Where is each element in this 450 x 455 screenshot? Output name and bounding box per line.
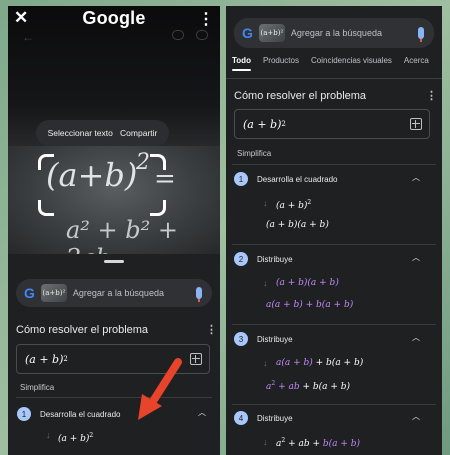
image-thumbnail[interactable]: (a+b)² — [40, 284, 67, 302]
results-sheet: G (a+b)² Agregar a la búsqueda Cómo reso… — [8, 254, 220, 455]
google-g-icon: G — [24, 285, 35, 301]
expression-box[interactable]: (a + b) 2 — [234, 109, 430, 139]
expression-base: (a + b) — [25, 352, 64, 366]
mic-icon[interactable] — [196, 287, 202, 302]
calculator-icon[interactable] — [410, 118, 422, 130]
selection-frame[interactable] — [38, 154, 166, 216]
tabs-divider — [226, 78, 442, 79]
step-math: (a + b)2 — [58, 432, 94, 444]
image-thumbnail[interactable]: (a+b)² — [258, 24, 285, 42]
more-options-icon[interactable]: ⋮ — [426, 89, 437, 102]
divider — [232, 164, 436, 165]
chevron-up-icon[interactable]: ︿ — [412, 411, 420, 422]
step-number-badge: 1 — [17, 407, 31, 421]
back-arrow-icon[interactable]: ← — [22, 30, 34, 44]
more-options-icon[interactable]: ⋮ — [206, 323, 217, 336]
step-title: Distribuye — [257, 255, 293, 264]
google-logo: Google — [82, 8, 146, 28]
more-options-icon[interactable]: ⋮ — [198, 9, 214, 29]
down-arrow-icon: ↓ — [263, 278, 268, 288]
down-arrow-icon: ↓ — [263, 358, 268, 368]
chevron-up-icon[interactable]: ︿ — [412, 172, 420, 183]
search-input[interactable]: Agregar a la búsqueda — [291, 28, 418, 38]
expression-exponent: 2 — [281, 120, 286, 128]
frame-corner[interactable] — [38, 154, 54, 170]
tab-productos[interactable]: Productos — [257, 56, 305, 76]
step-math-line: a2 + ab + b(a + b) — [276, 437, 361, 449]
tab-todo[interactable]: Todo — [226, 56, 257, 76]
step-math-result: a2 + ab + b(a + b) — [266, 380, 351, 392]
chevron-up-icon[interactable]: ︿ — [412, 332, 420, 343]
step-number-badge: 2 — [234, 252, 248, 266]
divider — [232, 404, 436, 405]
tab-coincidencias-visuales[interactable]: Coincidencias visuales — [305, 56, 398, 76]
step-number-badge: 3 — [234, 332, 248, 346]
tab-acerca[interactable]: Acerca — [398, 56, 435, 76]
frame-corner[interactable] — [150, 154, 166, 170]
red-pointer-arrow — [138, 358, 182, 420]
divider — [232, 324, 436, 325]
share-button[interactable]: Compartir — [120, 128, 157, 138]
expression-exponent: 2 — [63, 355, 68, 363]
step-title: Distribuye — [257, 414, 293, 423]
search-bar[interactable]: G (a+b)² Agregar a la búsqueda — [16, 279, 212, 307]
divider — [232, 244, 436, 245]
problem-title: Cómo resolver el problema — [234, 90, 367, 102]
search-bar[interactable]: G (a+b)² Agregar a la búsqueda — [234, 18, 434, 48]
drag-handle[interactable] — [104, 260, 124, 263]
camera-tools — [172, 30, 208, 40]
frame-corner[interactable] — [150, 200, 166, 216]
select-text-button[interactable]: Seleccionar texto — [48, 128, 113, 138]
down-arrow-icon: ↓ — [263, 198, 268, 208]
step-number-badge: 1 — [234, 172, 248, 186]
step-math-line: (a + b)2 — [276, 199, 312, 211]
mic-icon[interactable] — [418, 27, 424, 42]
filter-icon[interactable] — [172, 30, 184, 40]
results-tabs: Todo Productos Coincidencias visuales Ac… — [226, 56, 442, 76]
expression-base: (a + b) — [243, 117, 282, 131]
step-math-line: a(a + b) + b(a + b) — [276, 358, 364, 368]
down-arrow-icon: ↓ — [46, 430, 51, 440]
chalk-expansion: a² + b² + 2ab — [66, 216, 179, 254]
step-math-result: a(a + b) + b(a + b) — [266, 300, 354, 310]
calculator-icon[interactable] — [190, 353, 202, 365]
step-math-line: (a + b)(a + b) — [276, 278, 339, 288]
step-title: Desarrolla el cuadrado — [257, 175, 338, 184]
frame-corner[interactable] — [38, 200, 54, 216]
lens-results-panel: G (a+b)² Agregar a la búsqueda Todo Prod… — [226, 6, 442, 455]
step-math-result: (a + b)(a + b) — [266, 220, 329, 230]
eye-icon[interactable] — [196, 30, 208, 40]
chevron-up-icon[interactable]: ︿ — [412, 252, 420, 263]
step-title: Distribuye — [257, 335, 293, 344]
text-actions-bar: Seleccionar texto Compartir — [36, 120, 169, 146]
problem-title: Cómo resolver el problema — [16, 324, 149, 336]
google-g-icon: G — [242, 25, 253, 41]
step-number-badge: 4 — [234, 411, 248, 425]
down-arrow-icon: ↓ — [263, 437, 268, 447]
section-label: Simplifica — [20, 383, 55, 392]
search-input[interactable]: Agregar a la búsqueda — [73, 288, 196, 298]
chevron-up-icon[interactable]: ︿ — [198, 407, 206, 418]
section-label: Simplifica — [237, 149, 272, 158]
lens-camera-panel: ✕ Google ⋮ ← (a+b) 2 = a² + b² + 2ab Sel… — [8, 6, 220, 455]
step-title: Desarrolla el cuadrado — [40, 410, 121, 419]
